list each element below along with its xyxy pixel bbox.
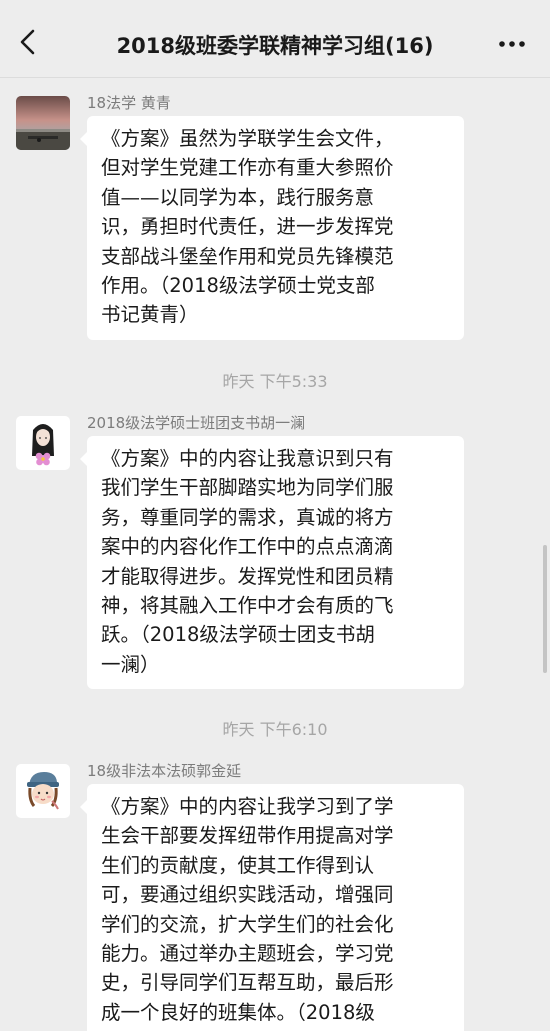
sender-name: 2018级法学硕士班团支书胡一澜: [87, 414, 306, 432]
sender-avatar[interactable]: [16, 96, 70, 150]
sender-avatar[interactable]: [16, 764, 70, 818]
sender-avatar[interactable]: [16, 416, 70, 470]
chat-header: 2018级班委学联精神学习组(16): [0, 0, 550, 78]
message-bubble[interactable]: 《方案》中的内容让我意识到只有 我们学生干部脚踏实地为同学们服 务，尊重同学的需…: [80, 436, 464, 690]
girl-flower-avatar: [16, 416, 70, 470]
cartoon-girl-avatar: [16, 764, 70, 818]
chat-title: 2018级班委学联精神学习组(16): [116, 34, 434, 58]
message-bubble[interactable]: 《方案》虽然为学联学生会文件， 但对学生党建工作亦有重大参照价 值——以同学为本…: [80, 116, 464, 340]
more-button[interactable]: [494, 32, 530, 56]
scrollbar-thumb[interactable]: [543, 545, 547, 673]
chevron-left-icon: [20, 29, 35, 55]
landscape-photo-avatar: [16, 96, 70, 150]
more-dots-icon: [499, 41, 525, 47]
timestamp: 昨天 下午5:33: [222, 372, 328, 391]
back-button[interactable]: [12, 26, 44, 58]
message-bubble[interactable]: 《方案》中的内容让我学习到了学 生会干部要发挥纽带作用提高对学 生们的贡献度，使…: [80, 784, 464, 1031]
timestamp: 昨天 下午6:10: [222, 720, 328, 739]
sender-name: 18级非法本法硕郭金延: [87, 762, 242, 780]
sender-name: 18法学 黄青: [87, 94, 171, 112]
chat-window: 2018级班委学联精神学习组(16) 18法学 黄青 《方案》虽然为学联学生会文…: [0, 0, 550, 1031]
